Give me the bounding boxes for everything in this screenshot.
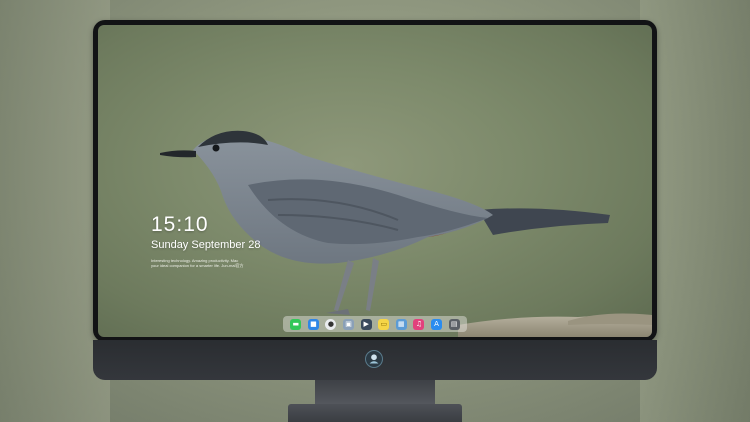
wallpaper-bird-photo: [160, 130, 652, 337]
camera-icon[interactable]: ▤: [448, 318, 460, 330]
brand-logo-icon: [365, 350, 383, 368]
dock: ▬ ■ ● ▣ ▶ ▭ ▦ ♫ A ▤: [283, 316, 467, 332]
lock-screen[interactable]: 15:10 Sunday September 28 Interesting te…: [98, 25, 652, 337]
messages-icon[interactable]: ▬: [290, 318, 302, 330]
messages-glyph: ▬: [292, 319, 300, 328]
finder-glyph: ■: [310, 319, 317, 328]
safari-icon[interactable]: ●: [325, 318, 337, 330]
lock-date: Sunday September 28: [151, 239, 261, 251]
monitor-stand-base: [288, 404, 462, 422]
notes-glyph: ▭: [380, 319, 388, 328]
safari-glyph: ●: [327, 319, 335, 328]
notes-icon[interactable]: ▭: [378, 318, 390, 330]
photos-glyph: ▦: [398, 319, 405, 328]
final-cut-icon[interactable]: ▶: [360, 318, 372, 330]
lock-clock: 15:10: [151, 213, 209, 236]
music-glyph: ♫: [415, 319, 423, 328]
monitor-stand-neck: [315, 380, 435, 405]
music-icon[interactable]: ♫: [413, 318, 425, 330]
camera-glyph: ▤: [450, 319, 458, 328]
app-store-glyph: A: [434, 319, 439, 328]
preview-glyph: ▣: [345, 319, 352, 328]
lock-notice: Interesting technology. Amazing producti…: [151, 258, 271, 268]
photos-icon[interactable]: ▦: [395, 318, 407, 330]
preview-icon[interactable]: ▣: [343, 318, 355, 330]
finder-icon[interactable]: ■: [307, 318, 319, 330]
final-cut-glyph: ▶: [363, 319, 369, 328]
app-store-icon[interactable]: A: [431, 318, 443, 330]
lock-notice-line-2: your ideal companion for a smarter life.…: [151, 263, 244, 268]
